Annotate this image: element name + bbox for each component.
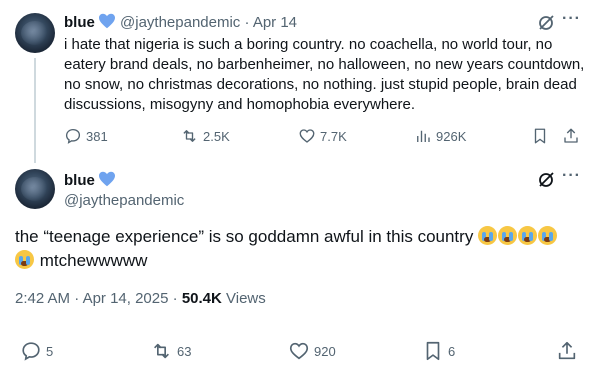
reply-count: 381 (86, 128, 108, 144)
loudly-crying-emoji (478, 226, 498, 245)
repost-button[interactable]: 2.5K (180, 127, 230, 145)
avatar[interactable] (15, 169, 55, 209)
bookmark-icon[interactable] (531, 127, 549, 145)
repost-icon (154, 343, 169, 359)
separator: · (244, 14, 250, 31)
repost-icon (183, 130, 196, 142)
grok-icon[interactable] (537, 14, 555, 32)
bookmark-icon (426, 341, 440, 361)
views-icon (417, 130, 430, 142)
heart-icon (299, 129, 315, 143)
loudly-crying-emoji (518, 226, 538, 245)
reply-icon (22, 342, 40, 361)
tweet-text-line2: mtchewwwww (39, 251, 148, 270)
views-count: 926K (436, 128, 467, 144)
tweet-date[interactable]: Apr 14 (253, 14, 297, 31)
verified-heart-icon (98, 171, 115, 187)
loudly-crying-emoji (498, 226, 518, 245)
handle[interactable]: @jaythepandemic (120, 14, 240, 31)
views-label: Views (226, 290, 266, 307)
share-icon[interactable] (556, 340, 578, 362)
reply-button[interactable]: 381 (64, 127, 108, 145)
reply-icon (65, 128, 81, 144)
handle[interactable]: @jaythepandemic (64, 192, 184, 209)
bookmark-count: 6 (448, 343, 456, 359)
separator: · (74, 290, 80, 307)
display-name[interactable]: blue (64, 171, 116, 189)
tweet-text: the “teenage experience” is so goddamn a… (15, 225, 585, 273)
reply-count: 5 (46, 343, 54, 359)
more-icon[interactable]: ··· (562, 10, 581, 28)
tweet-time[interactable]: 2:42 AM (15, 290, 70, 307)
views-count: 50.4K (181, 290, 222, 307)
like-button[interactable]: 7.7K (298, 127, 347, 145)
separator: · (172, 290, 178, 307)
tweet-header: blue @jaythepandemic · Apr 14 (64, 13, 297, 31)
repost-count: 2.5K (203, 128, 230, 144)
thread-line (34, 58, 36, 163)
share-icon[interactable] (562, 127, 580, 145)
display-name[interactable]: blue (64, 14, 95, 31)
like-count: 920 (314, 343, 336, 359)
tweet-text: i hate that nigeria is such a boring cou… (64, 36, 585, 113)
bookmark-button[interactable]: 6 (422, 340, 455, 362)
like-count: 7.7K (320, 128, 347, 144)
views-button[interactable]: 926K (414, 127, 466, 145)
reply-button[interactable]: 5 (20, 340, 53, 362)
tweet-timestamp: 2:42 AM · Apr 14, 2025 · 50.4K Views (15, 290, 266, 307)
like-button[interactable]: 920 (288, 340, 336, 362)
more-icon[interactable]: ··· (562, 167, 581, 185)
heart-icon (289, 342, 309, 360)
tweet-text-line1: the “teenage experience” is so goddamn a… (15, 227, 474, 246)
repost-count: 63 (177, 343, 192, 359)
repost-button[interactable]: 63 (150, 340, 191, 362)
loudly-crying-emoji (15, 250, 34, 269)
grok-icon[interactable] (537, 171, 555, 189)
loudly-crying-emoji (538, 226, 558, 245)
tweet-date[interactable]: Apr 14, 2025 (83, 290, 169, 307)
avatar[interactable] (15, 13, 55, 53)
verified-heart-icon (98, 13, 115, 29)
